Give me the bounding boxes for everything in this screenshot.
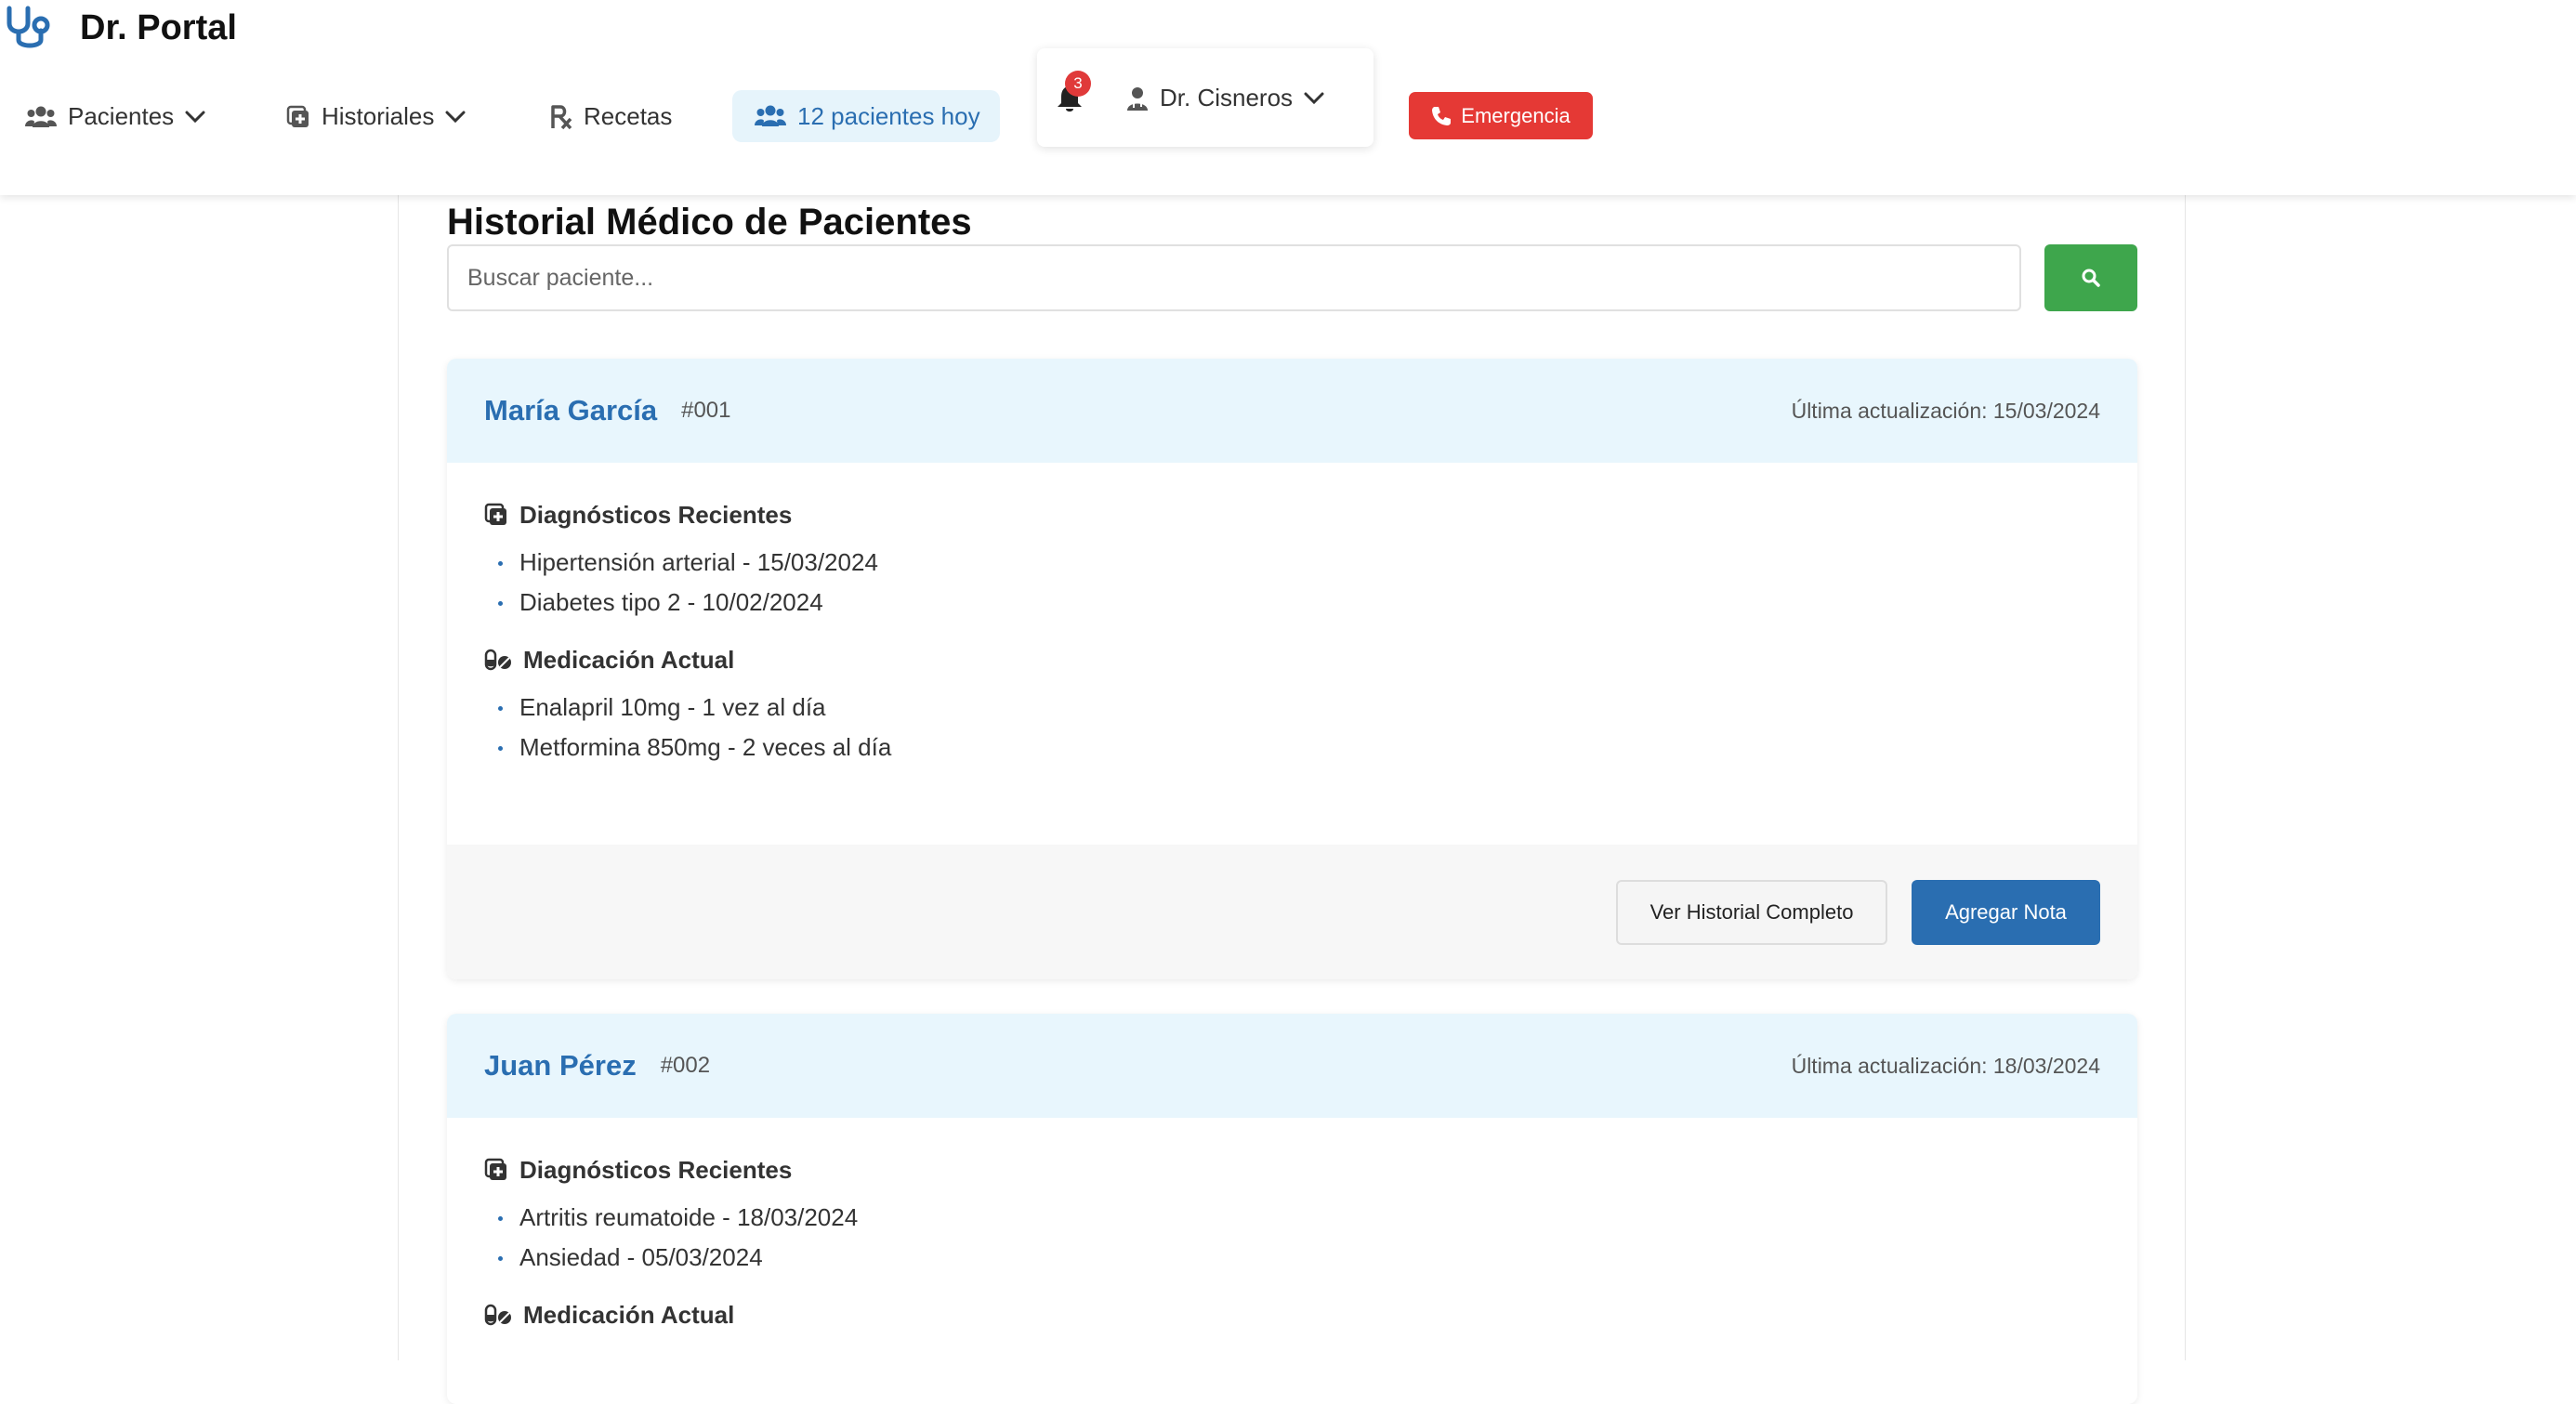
list-item: Metformina 850mg - 2 veces al día [484,733,2100,773]
pills-icon [484,649,511,671]
nav-pacientes[interactable]: Pacientes [25,102,205,131]
emergency-label: Emergencia [1461,103,1571,127]
pills-icon [484,1304,511,1326]
patient-id: #001 [681,398,731,423]
nav-pacientes-label: Pacientes [68,102,175,130]
patients-today-badge[interactable]: 12 pacientes hoy [732,90,1000,142]
user-panel: 3 Dr. Cisneros [1037,48,1373,147]
patient-card-body: Diagnósticos Recientes Artritis reumatoi… [447,1118,2137,1332]
patient-card: María García #001 Última actualización: … [447,359,2137,979]
list-item: Artritis reumatoide - 18/03/2024 [484,1203,2100,1243]
medication-list: Enalapril 10mg - 1 vez al día Metformina… [484,693,2100,773]
patient-name[interactable]: Juan Pérez [484,1049,637,1083]
nav-recetas-label: Recetas [584,102,673,130]
patient-card-body: Diagnósticos Recientes Hipertensión arte… [447,463,2137,773]
diagnoses-label: Diagnósticos Recientes [519,1155,793,1184]
list-item: Diabetes tipo 2 - 10/02/2024 [484,588,2100,628]
notification-badge: 3 [1065,71,1091,97]
doctor-icon [1127,86,1148,111]
medication-section-title: Medicación Actual [484,1298,2100,1332]
patient-card-header: María García #001 Última actualización: … [447,359,2137,463]
search-input[interactable] [447,244,2021,311]
last-updated: Última actualización: 18/03/2024 [1791,1053,2100,1078]
top-header: Dr. Portal Pacientes Historiales Recetas… [0,0,2576,195]
phone-icon [1432,106,1452,125]
patient-id: #002 [660,1053,711,1078]
search-icon [2082,269,2100,287]
patient-card-footer: Ver Historial Completo Agregar Nota [447,845,2137,979]
diagnoses-list: Hipertensión arterial - 15/03/2024 Diabe… [484,548,2100,628]
search-button[interactable] [2044,244,2137,311]
view-history-button[interactable]: Ver Historial Completo [1616,880,1887,945]
page-title: Historial Médico de Pacientes [447,202,972,243]
medication-label: Medicación Actual [523,1300,735,1329]
patients-today-label: 12 pacientes hoy [797,101,980,130]
diagnoses-section-title: Diagnósticos Recientes [484,1153,2100,1187]
users-icon [25,106,57,127]
brand[interactable]: Dr. Portal [4,6,237,50]
nav-historiales[interactable]: Historiales [286,102,466,131]
diagnoses-label: Diagnósticos Recientes [519,500,793,529]
medical-records-icon [484,503,506,525]
medical-records-icon [484,1158,506,1180]
prescription-icon [551,104,572,129]
brand-name: Dr. Portal [80,7,237,47]
patient-card-header: Juan Pérez #002 Última actualización: 18… [447,1014,2137,1118]
patient-card: Juan Pérez #002 Última actualización: 18… [447,1014,2137,1404]
chevron-down-icon [445,111,466,123]
chevron-down-icon [1304,92,1324,104]
chevron-down-icon [185,111,205,123]
list-item: Enalapril 10mg - 1 vez al día [484,693,2100,733]
patient-name[interactable]: María García [484,394,657,427]
diagnoses-section-title: Diagnósticos Recientes [484,498,2100,531]
list-item: Hipertensión arterial - 15/03/2024 [484,548,2100,588]
nav-historiales-label: Historiales [322,102,435,130]
diagnoses-list: Artritis reumatoide - 18/03/2024 Ansieda… [484,1203,2100,1283]
nav-recetas[interactable]: Recetas [550,102,672,131]
users-icon [755,105,786,126]
list-item: Ansiedad - 05/03/2024 [484,1243,2100,1283]
stethoscope-icon [7,6,50,48]
emergency-button[interactable]: Emergencia [1409,92,1593,139]
medical-records-icon [286,105,309,127]
medication-label: Medicación Actual [523,645,735,674]
doctor-name: Dr. Cisneros [1160,84,1294,112]
doctor-menu[interactable]: Dr. Cisneros [1126,84,1324,112]
last-updated: Última actualización: 15/03/2024 [1791,398,2100,423]
medication-section-title: Medicación Actual [484,643,2100,676]
add-note-button[interactable]: Agregar Nota [1912,880,2100,945]
